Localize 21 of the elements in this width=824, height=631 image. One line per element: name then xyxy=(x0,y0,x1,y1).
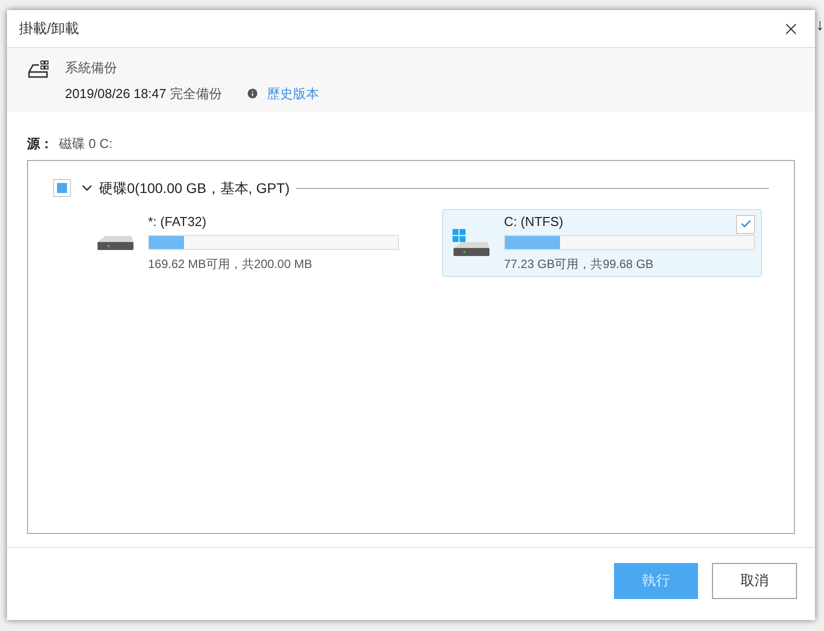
backup-type: 完全備份 xyxy=(170,84,222,102)
partition-usage: 169.62 MB可用，共200.00 MB xyxy=(148,256,314,273)
partition-usage: 77.23 GB可用，共99.68 GB xyxy=(504,256,654,273)
disk-label: 硬碟0(100.00 GB，基本, GPT) xyxy=(99,178,290,198)
source-label: 源： xyxy=(27,135,53,153)
info-icon xyxy=(246,86,260,100)
partition-card[interactable]: C: (NTFS) 77.23 GB可用，共99.68 GB xyxy=(442,208,762,276)
dialog-title: 掛載/卸載 xyxy=(19,19,79,38)
background-arrow: ↓ xyxy=(816,16,824,36)
windows-drive-icon xyxy=(452,228,490,256)
backup-drive-icon xyxy=(27,60,49,80)
check-icon xyxy=(740,218,752,230)
disk-checkbox[interactable] xyxy=(53,179,71,197)
drive-icon xyxy=(96,235,134,250)
partition-name: C: (NTFS) xyxy=(504,213,564,232)
cancel-button[interactable]: 取消 xyxy=(712,562,797,598)
partition-name: *: (FAT32) xyxy=(148,213,206,232)
source-value: 磁碟 0 C: xyxy=(59,135,112,153)
backup-name: 系統備份 xyxy=(65,59,118,77)
partition-checkbox[interactable] xyxy=(736,214,755,234)
backup-date: 2019/08/26 18:47 xyxy=(65,84,166,102)
